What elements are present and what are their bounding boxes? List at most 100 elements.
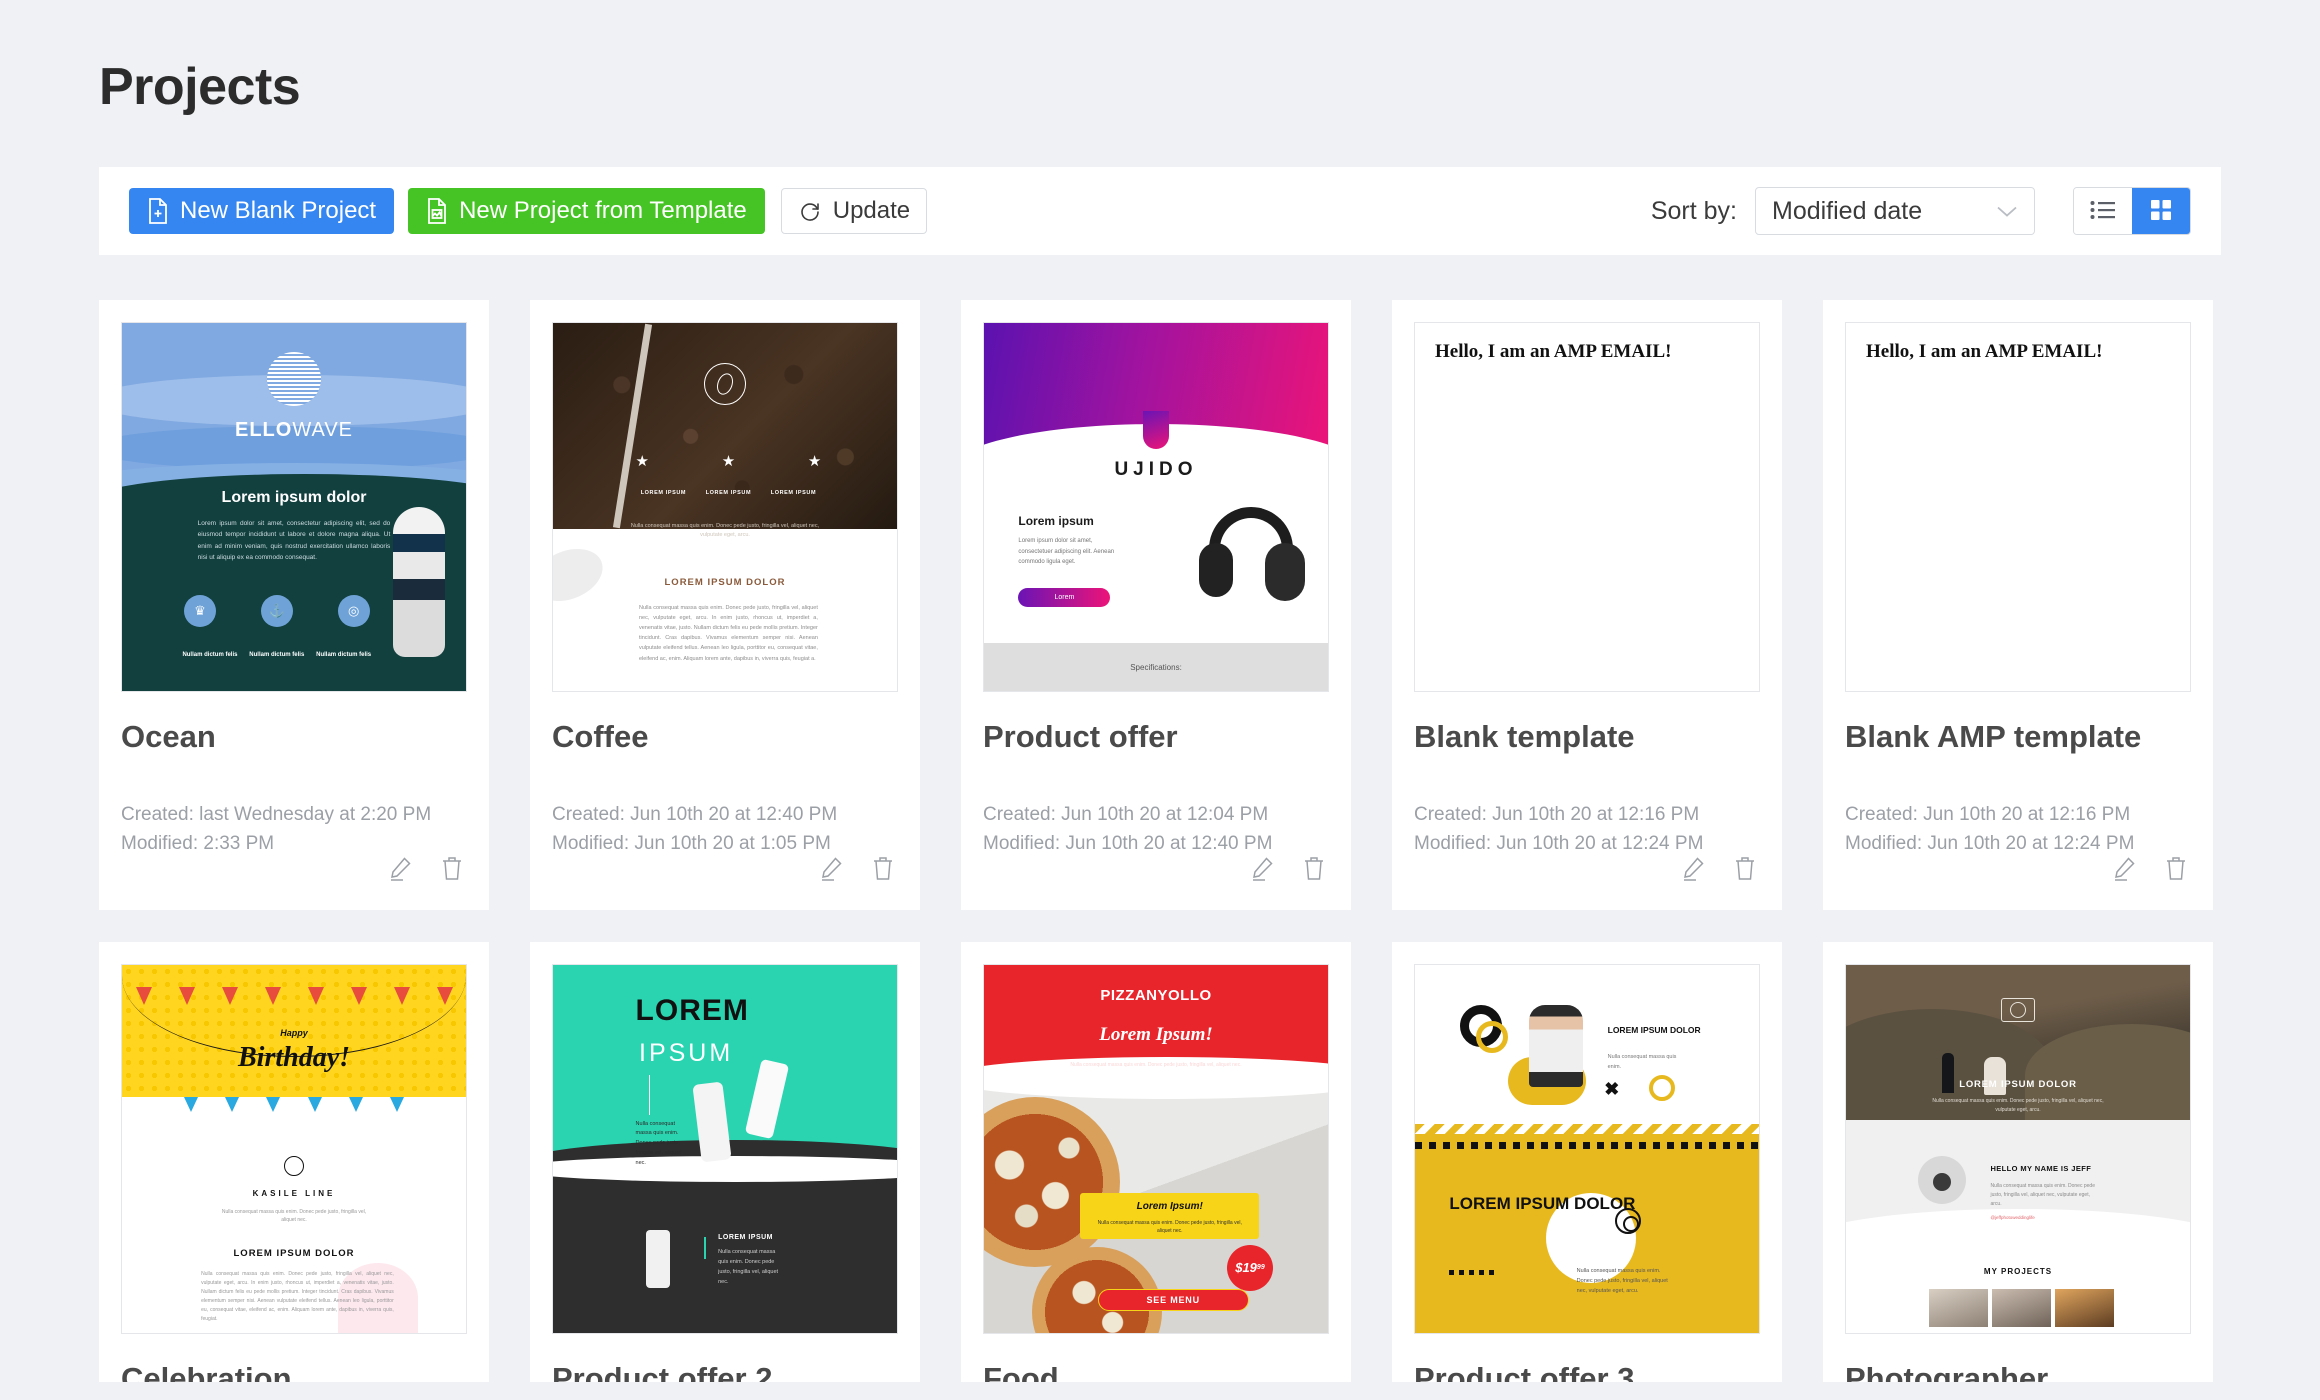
project-thumbnail-product-offer[interactable]: UJIDO Lorem ipsum Lorem ipsum dolor sit …: [983, 322, 1329, 692]
project-actions: [1249, 855, 1327, 886]
photographer-name: HELLO MY NAME IS JEFF: [1990, 1163, 2092, 1173]
blank-template-heading: Hello, I am an AMP EMAIL!: [1435, 341, 1672, 362]
po3-zigzag: [1415, 1123, 1759, 1142]
project-thumbnail-blank-amp-template[interactable]: Hello, I am an AMP EMAIL!: [1845, 322, 2191, 692]
coffee-star-label: LOREM IPSUM: [640, 489, 687, 496]
refresh-icon: [798, 199, 822, 223]
ujido-brand: UJIDO: [1114, 459, 1198, 481]
photographer-heading: LOREM IPSUM DOLOR: [1959, 1079, 2077, 1091]
po3-heading-1: LOREM IPSUM DOLOR: [1607, 1024, 1701, 1035]
project-card[interactable]: LOREM IPSUM Nulla consequat massa quis e…: [530, 942, 920, 1382]
edit-icon[interactable]: [387, 855, 413, 886]
project-thumbnail-coffee[interactable]: ★ ★ ★ LOREM IPSUM LOREM IPSUM LOREM IPSUM …: [552, 322, 898, 692]
update-label: Update: [832, 197, 911, 224]
project-card[interactable]: LOREM IPSUM DOLOR Nulla consequat massa …: [1392, 942, 1782, 1382]
camera-icon: [2001, 998, 2035, 1023]
my-projects-heading: MY PROJECTS: [1983, 1266, 2053, 1276]
project-card[interactable]: ELLOWAVE Lorem ipsum dolor Lorem ipsum d…: [99, 300, 489, 910]
project-modified: Modified: Jun 10th 20 at 12:24 PM: [1414, 833, 1704, 855]
delete-icon[interactable]: [439, 855, 465, 886]
project-created: Created: last Wednesday at 2:20 PM: [121, 804, 432, 825]
project-thumbnail-blank-template[interactable]: Hello, I am an AMP EMAIL!: [1414, 322, 1760, 692]
pizzanyollo-brand: PIZZANYOLLO: [1100, 987, 1212, 1005]
project-thumbnail-product-offer-2[interactable]: LOREM IPSUM Nulla consequat massa quis e…: [552, 964, 898, 1334]
new-project-from-template-button[interactable]: New Project from Template: [408, 188, 765, 234]
project-thumbnail-food[interactable]: PIZZANYOLLO Lorem Ipsum! Nulla consequat…: [983, 964, 1329, 1334]
food-price-badge: $19 99: [1226, 1244, 1273, 1291]
project-modified: Modified: 2:33 PM: [121, 833, 275, 855]
sort-select[interactable]: Modified date: [1755, 187, 2035, 235]
po3-body-1: Nulla consequat massa quis enim.: [1607, 1054, 1677, 1070]
woman-photo: [1528, 1005, 1583, 1088]
ocean-heading: Lorem ipsum dolor: [221, 488, 367, 506]
blank-amp-template-heading: Hello, I am an AMP EMAIL!: [1866, 341, 2103, 362]
project-thumbnail-ocean[interactable]: ELLOWAVE Lorem ipsum dolor Lorem ipsum d…: [121, 322, 467, 692]
project-card[interactable]: Hello, I am an AMP EMAIL! Blank AMP temp…: [1823, 300, 2213, 910]
delete-icon[interactable]: [1301, 855, 1327, 886]
ocean-caption: Nullam dictum felis: [182, 651, 238, 658]
project-card[interactable]: LOREM IPSUM DOLOR Nulla consequat massa …: [1823, 942, 2213, 1382]
project-dates: Created: last Wednesday at 2:20 PM Modif…: [121, 800, 431, 859]
edit-icon[interactable]: [1249, 855, 1275, 886]
ellowave-brand: ELLOWAVE: [234, 418, 354, 441]
compass-icon: ◎: [337, 595, 370, 628]
food-badge-heading: Lorem Ipsum!: [1136, 1200, 1203, 1212]
project-card[interactable]: Hello, I am an AMP EMAIL! Blank template…: [1392, 300, 1782, 910]
projects-page: Projects New Blank Project New Project f…: [0, 0, 2320, 1400]
edit-icon[interactable]: [1680, 855, 1706, 886]
project-thumbnail-celebration[interactable]: Happy Birthday! KASILE LINE Nulla conseq…: [121, 964, 467, 1334]
ujido-cta-button: Lorem: [1018, 587, 1111, 607]
star-icon: ★: [635, 452, 649, 470]
po3-body-2: Nulla consequat massa quis enim. Donec p…: [1576, 1267, 1668, 1294]
grid-view-button[interactable]: [2132, 188, 2190, 234]
ujido-body: Lorem ipsum dolor sit amet, consectetuer…: [1018, 538, 1115, 565]
po2-text: Nulla consequat massa quis enim. Donec p…: [635, 1120, 681, 1167]
project-name: Ocean: [121, 719, 216, 754]
coffee-note: Nulla consequat massa quis enim. Donec p…: [630, 522, 820, 538]
project-thumbnail-product-offer-3[interactable]: LOREM IPSUM DOLOR Nulla consequat massa …: [1414, 964, 1760, 1334]
project-thumbnail-photographer[interactable]: LOREM IPSUM DOLOR Nulla consequat massa …: [1845, 964, 2191, 1334]
photo-gallery: [1928, 1288, 2115, 1327]
po3-wave-line: [1449, 1270, 1498, 1276]
photographer-body: Nulla consequat massa quis enim. Donec p…: [1932, 1098, 2104, 1114]
project-card[interactable]: UJIDO Lorem ipsum Lorem ipsum dolor sit …: [961, 300, 1351, 910]
list-view-button[interactable]: [2074, 188, 2132, 234]
grid-icon: [2149, 198, 2173, 225]
edit-icon[interactable]: [2111, 855, 2137, 886]
coffee-beans-photo: [553, 323, 897, 530]
page-title: Projects: [99, 58, 301, 116]
new-project-from-template-label: New Project from Template: [459, 197, 747, 224]
new-blank-project-button[interactable]: New Blank Project: [129, 188, 395, 234]
delete-icon[interactable]: [870, 855, 896, 886]
projects-toolbar: New Blank Project New Project from Templ…: [99, 167, 2221, 255]
project-dates: Created: Jun 10th 20 at 12:16 PM Modifie…: [1845, 800, 2134, 859]
food-tagline: Lorem Ipsum!: [1099, 1023, 1213, 1045]
project-dates: Created: Jun 10th 20 at 12:40 PM Modifie…: [552, 800, 837, 859]
project-created: Created: Jun 10th 20 at 12:16 PM: [1845, 804, 2131, 825]
celebration-happy: Happy: [280, 1027, 308, 1038]
bunting-flags-lower: [170, 1097, 418, 1113]
photographer-bio: Nulla consequat massa quis enim. Donec p…: [1990, 1183, 2095, 1208]
project-dates: Created: Jun 10th 20 at 12:16 PM Modifie…: [1414, 800, 1703, 859]
file-image-icon: [426, 198, 448, 224]
delete-icon[interactable]: [1732, 855, 1758, 886]
project-card[interactable]: ★ ★ ★ LOREM IPSUM LOREM IPSUM LOREM IPSUM …: [530, 300, 920, 910]
yacht-image: [393, 507, 446, 657]
project-modified: Modified: Jun 10th 20 at 12:24 PM: [1845, 833, 2135, 855]
project-name: Blank AMP template: [1845, 719, 2142, 754]
project-modified: Modified: Jun 10th 20 at 1:05 PM: [552, 833, 831, 855]
update-button[interactable]: Update: [780, 188, 928, 234]
celebration-sub: Nulla consequat massa quis enim. Donec p…: [221, 1208, 367, 1224]
delete-icon[interactable]: [2163, 855, 2189, 886]
edit-icon[interactable]: [818, 855, 844, 886]
anchor-icon: ⚓: [260, 595, 293, 628]
star-icon: ★: [721, 452, 736, 470]
coffee-stars: ★ ★ ★: [636, 452, 822, 470]
see-menu-button: SEE MENU: [1097, 1288, 1249, 1311]
project-name: Coffee: [552, 719, 649, 754]
project-card[interactable]: PIZZANYOLLO Lorem Ipsum! Nulla consequat…: [961, 942, 1351, 1382]
project-card[interactable]: Happy Birthday! KASILE LINE Nulla conseq…: [99, 942, 489, 1382]
photographer-tag: @jeffphotoweddinglife: [1990, 1215, 2035, 1221]
project-name: Product offer 3: [1414, 1361, 1635, 1382]
po2-heading-2: LOREM IPSUM: [718, 1233, 773, 1241]
